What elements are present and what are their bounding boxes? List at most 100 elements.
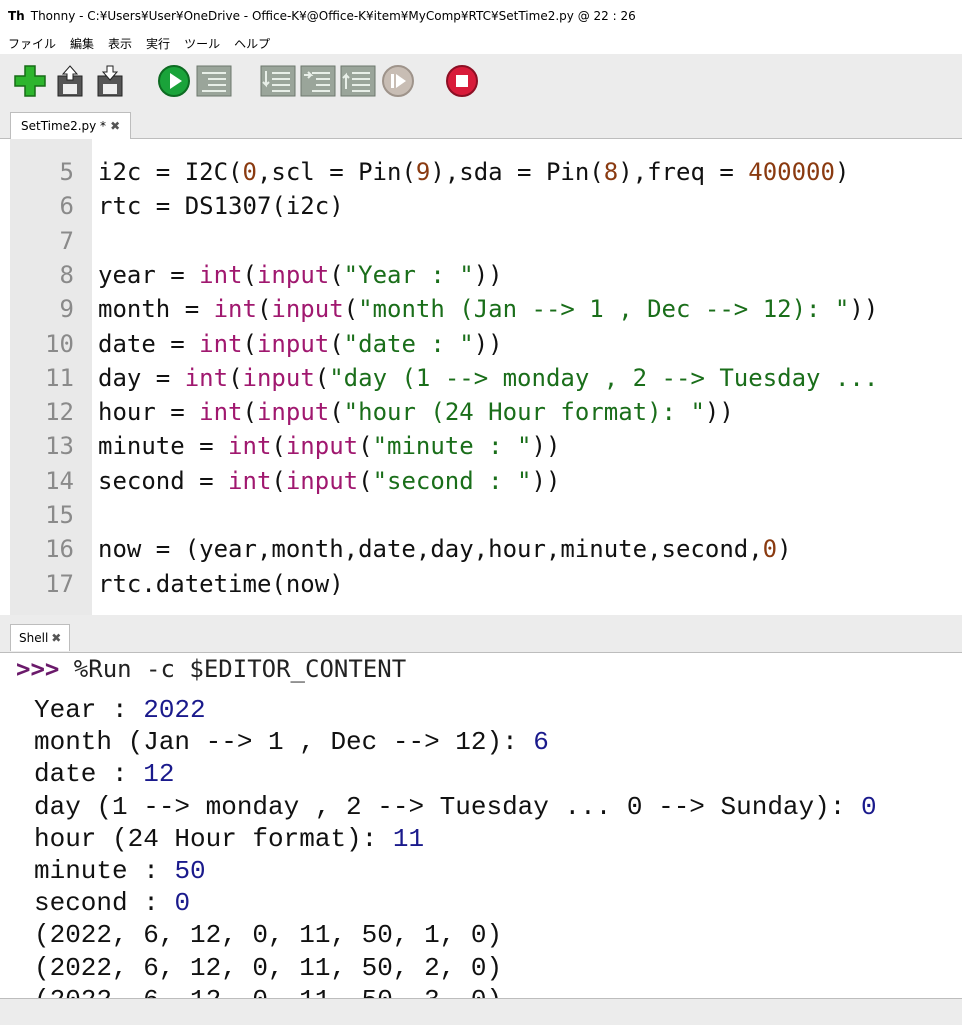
code-token: input (271, 295, 344, 324)
output-text: day (1 --> monday , 2 --> Tuesday ... 0 … (34, 791, 861, 822)
input-value: 6 (533, 727, 549, 758)
code-text: day = int(input("day (1 --> monday , 2 -… (98, 361, 878, 395)
code-token: ),freq = (618, 158, 749, 186)
code-line[interactable]: 17 rtc.datetime(now) (10, 567, 962, 601)
code-token: ( (329, 329, 344, 358)
editor-tab-bar: SetTime2.py * ✖ (0, 108, 962, 139)
close-icon[interactable]: ✖ (51, 631, 61, 645)
line-number: 5 (59, 158, 74, 186)
output-text: hour (24 Hour format): (34, 823, 393, 854)
code-token: i2c = I2C( (98, 158, 243, 186)
shell-output-line: (2022, 6, 12, 0, 11, 50, 3, 0) (34, 984, 502, 998)
code-token: 400000 (748, 158, 835, 186)
code-token: )) (531, 466, 561, 495)
input-value: 12 (143, 759, 175, 790)
code-token: "Year : " (343, 260, 474, 289)
tab-shell[interactable]: Shell ✖ (10, 624, 71, 651)
input-value: 0 (860, 791, 877, 822)
code-token: hour = (98, 398, 200, 427)
code-token: )) (473, 329, 503, 358)
code-token: 0 (762, 535, 778, 564)
code-line[interactable]: 16 now = (year,month,date,day,hour,minute… (10, 532, 962, 566)
code-token: input (285, 432, 359, 461)
code-token: 0 (242, 158, 257, 186)
code-line[interactable]: 11 day = int(input("day (1 --> monday , 2… (10, 361, 962, 395)
code-token: input (242, 363, 315, 392)
shell-output-line: (2022, 6, 12, 0, 11, 50, 1, 0) (34, 919, 502, 951)
line-number: 9 (59, 295, 74, 324)
resume-icon[interactable] (380, 63, 416, 99)
shell-console[interactable]: >>> %Run -c $EDITOR_CONTENT Year : 2022 m… (10, 653, 962, 998)
code-text: hour = int(input("hour (24 Hour format):… (98, 395, 734, 429)
code-line[interactable]: 13 minute = int(input("minute : ")) (10, 429, 962, 463)
code-line[interactable]: 15 (10, 498, 962, 532)
menu-tools[interactable]: ツール (184, 35, 220, 52)
code-token: 9 (415, 158, 431, 186)
code-line[interactable]: 9 month = int(input("month (Jan --> 1 , D… (10, 292, 962, 326)
code-token: int (199, 398, 243, 427)
code-token: "month (Jan --> 1 , Dec --> 12): " (358, 295, 850, 324)
line-number: 10 (45, 329, 74, 358)
code-token: )) (849, 295, 879, 324)
menu-run[interactable]: 実行 (146, 35, 170, 52)
debug-icon[interactable] (196, 63, 232, 99)
tab-settime2[interactable]: SetTime2.py * ✖ (10, 112, 132, 139)
output-text: Year : (34, 695, 144, 725)
output-text: minute : (34, 856, 175, 886)
code-token: ( (228, 363, 243, 392)
code-token: )) (473, 260, 503, 289)
code-token: ( (242, 260, 257, 289)
code-token: int (213, 295, 257, 324)
stop-icon[interactable] (444, 63, 480, 99)
code-line[interactable]: 8 year = int(input("Year : ")) (10, 258, 962, 292)
menu-file[interactable]: ファイル (8, 35, 56, 52)
code-line[interactable]: 14 second = int(input("second : ")) (10, 464, 962, 498)
new-file-icon[interactable] (12, 63, 48, 99)
shell-output-line: second : 0 (34, 887, 190, 919)
code-line[interactable]: 7 (10, 224, 962, 258)
step-over-icon[interactable] (260, 63, 296, 99)
code-token: ,scl = Pin( (256, 158, 416, 186)
code-token: month = (98, 295, 214, 324)
code-token: int (228, 466, 272, 495)
code-token: ),sda = Pin( (430, 158, 604, 186)
step-into-icon[interactable] (300, 63, 336, 99)
line-number: 11 (45, 363, 74, 392)
tab-label: SetTime2.py * (21, 119, 107, 133)
code-text: rtc.datetime(now) (98, 567, 344, 601)
output-text: month (Jan --> 1 , Dec --> 12): (34, 727, 534, 758)
shell-output-line: Year : 2022 (34, 694, 206, 726)
code-line[interactable]: 6 rtc = DS1307(i2c) (10, 189, 962, 223)
close-icon[interactable]: ✖ (110, 119, 120, 133)
output-text: date : (34, 759, 144, 790)
shell-output-line: hour (24 Hour format): 11 (34, 823, 424, 855)
code-line[interactable]: 5 i2c = I2C(0,scl = Pin(9),sda = Pin(8),f… (10, 155, 962, 189)
line-number: 14 (45, 466, 74, 495)
code-token: ( (343, 295, 359, 324)
code-token: ( (358, 466, 373, 495)
code-token: 8 (603, 158, 619, 186)
line-number: 13 (45, 432, 74, 461)
step-out-icon[interactable] (340, 63, 376, 99)
code-token: ( (329, 260, 344, 289)
menu-help[interactable]: ヘルプ (234, 35, 270, 52)
open-file-icon[interactable] (52, 63, 88, 99)
code-token: input (256, 398, 330, 427)
code-token: ( (329, 398, 344, 427)
menu-view[interactable]: 表示 (108, 35, 132, 52)
shell-tab-bar: Shell ✖ (0, 622, 962, 653)
code-token: "day (1 --> monday , 2 --> Tuesday ... (329, 363, 879, 392)
input-value: 0 (174, 888, 191, 919)
shell-output-line: minute : 50 (34, 855, 206, 887)
code-token: ( (271, 466, 286, 495)
line-number: 16 (45, 535, 74, 564)
code-line[interactable]: 10 date = int(input("date : ")) (10, 327, 962, 361)
code-line[interactable]: 12 hour = int(input("hour (24 Hour format… (10, 395, 962, 429)
code-editor[interactable]: 5 i2c = I2C(0,scl = Pin(9),sda = Pin(8),f… (10, 139, 962, 615)
save-file-icon[interactable] (92, 63, 128, 99)
title-bar: Th Thonny - C:¥Users¥User¥OneDrive - Off… (0, 0, 962, 32)
menu-edit[interactable]: 編集 (70, 35, 94, 52)
menu-bar: ファイル 編集 表示 実行 ツール ヘルプ (0, 32, 962, 54)
run-icon[interactable] (156, 63, 192, 99)
code-text: now = (year,month,date,day,hour,minute,s… (98, 532, 792, 566)
